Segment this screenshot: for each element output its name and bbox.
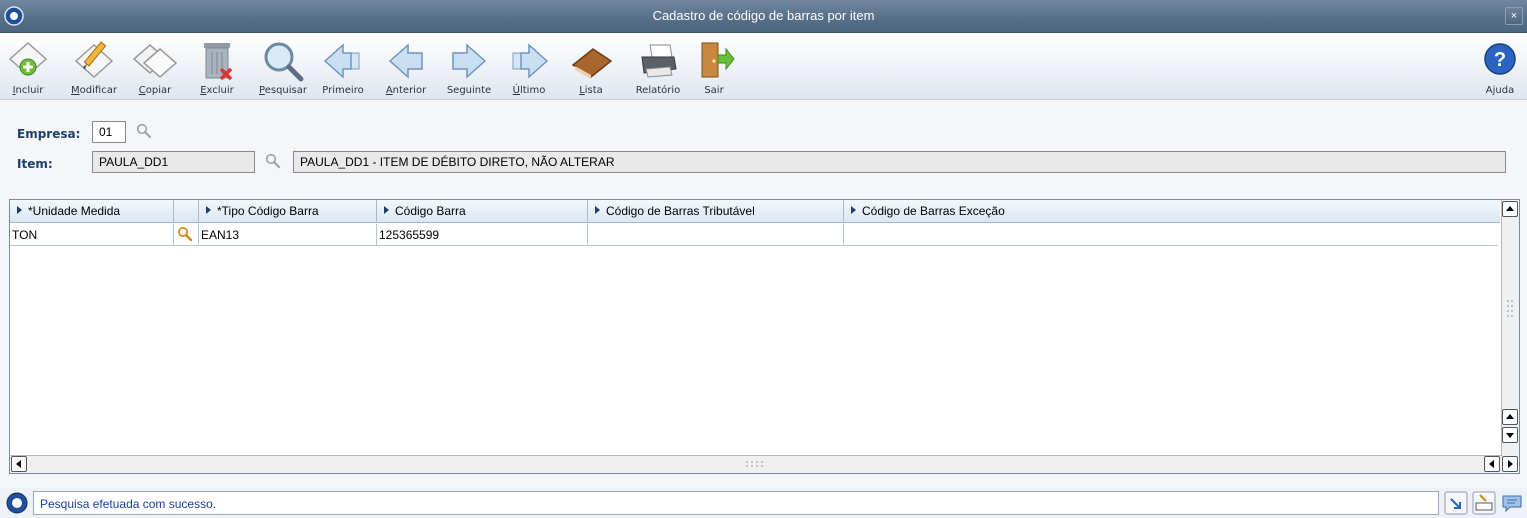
edit-icon [74, 41, 114, 79]
last-icon [512, 43, 549, 79]
item-description-field: PAULA_DD1 - ITEM DE DÉBITO DIRETO, NÃO A… [293, 151, 1506, 173]
empresa-label: Empresa: [17, 127, 81, 141]
modificar-label: Modificar [71, 85, 117, 96]
empresa-search-icon[interactable] [136, 123, 152, 139]
vertical-scrollbar[interactable] [1501, 200, 1519, 456]
lista-label: Lista [579, 85, 603, 96]
scroll-right-button[interactable] [1502, 456, 1518, 472]
scroll-up-button[interactable] [1502, 409, 1518, 425]
cell-codigo-barra[interactable]: 125365599 [377, 224, 588, 246]
status-message: Pesquisa efetuada com sucesso. [33, 491, 1439, 515]
scroll-right-button-1[interactable] [1484, 456, 1500, 472]
book-icon [571, 48, 613, 79]
grid-header: *Unidade Medida *Tipo Código Barra Códig… [10, 200, 1500, 223]
primeiro-button[interactable]: Primeiro [316, 33, 370, 100]
sair-label: Sair [704, 85, 724, 96]
exit-icon [701, 42, 735, 78]
column-header-unidade-medida[interactable]: *Unidade Medida [10, 200, 174, 223]
pesquisar-label: Pesquisar [259, 85, 307, 96]
title-bar: Cadastro de código de barras por item × [0, 0, 1527, 33]
hscroll-grip-icon[interactable] [744, 460, 768, 470]
barcode-grid: *Unidade Medida *Tipo Código Barra Códig… [9, 199, 1520, 474]
horizontal-scrollbar[interactable] [10, 455, 1502, 473]
table-row[interactable]: TON EAN13 125365599 [10, 224, 1498, 246]
next-icon [452, 43, 487, 79]
column-arrow-icon [384, 206, 389, 214]
status-indicator-icon [6, 492, 28, 514]
cell-lookup[interactable] [174, 224, 199, 246]
ultimo-button[interactable]: Último [504, 33, 554, 100]
cell-tipo-codigo-barra[interactable]: EAN13 [199, 224, 377, 246]
scroll-down-button[interactable] [1502, 427, 1518, 443]
seguinte-button[interactable]: Seguinte [442, 33, 496, 100]
column-arrow-icon [17, 206, 22, 214]
column-arrow-icon [851, 206, 856, 214]
lista-button[interactable]: Lista [566, 33, 616, 100]
relatorio-label: Relatório [635, 85, 681, 96]
tipo-lookup-icon[interactable] [177, 226, 193, 242]
previous-icon [388, 43, 423, 79]
item-label: Item: [17, 157, 53, 171]
first-icon [323, 43, 360, 79]
column-header-codigo-tributavel[interactable]: Código de Barras Tributável [588, 200, 844, 223]
column-header-codigo-barra[interactable]: Código Barra [377, 200, 588, 223]
keyboard-icon[interactable] [1472, 491, 1496, 515]
copiar-button[interactable]: Copiar [128, 33, 182, 100]
column-header-codigo-excecao[interactable]: Código de Barras Exceção [844, 200, 1500, 223]
copy-icon [132, 44, 178, 78]
close-button[interactable]: × [1505, 7, 1523, 25]
status-bar: Pesquisa efetuada com sucesso. [0, 488, 1527, 518]
pesquisar-button[interactable]: Pesquisar [252, 33, 314, 100]
sair-button[interactable]: Sair [694, 33, 735, 100]
incluir-button[interactable]: Incluir [4, 33, 52, 100]
ajuda-label: Ajuda [1485, 85, 1515, 96]
chat-icon[interactable] [1500, 491, 1524, 515]
empresa-field[interactable]: 01 [92, 121, 126, 143]
scroll-grip-icon[interactable] [1506, 298, 1516, 322]
modificar-button[interactable]: Modificar [64, 33, 124, 100]
ultimo-label: Último [512, 85, 546, 96]
primeiro-label: Primeiro [322, 85, 364, 96]
toolbar: Incluir Modificar Copiar Excluir Pesquis… [0, 33, 1527, 100]
column-arrow-icon [595, 206, 600, 214]
copiar-label: Copiar [138, 85, 172, 96]
window-title: Cadastro de código de barras por item [652, 8, 875, 23]
ajuda-button[interactable]: ? Ajuda [1478, 33, 1522, 100]
excluir-label: Excluir [200, 85, 234, 96]
excluir-button[interactable]: Excluir [194, 33, 240, 100]
add-icon [8, 41, 48, 77]
scroll-left-button[interactable] [11, 456, 27, 472]
cell-codigo-excecao[interactable] [844, 224, 1498, 246]
cell-codigo-tributavel[interactable] [588, 224, 844, 246]
relatorio-button[interactable]: Relatório [626, 33, 690, 100]
printer-icon [641, 44, 677, 78]
item-code-field[interactable]: PAULA_DD1 [92, 151, 255, 173]
anterior-label: Anterior [385, 85, 427, 96]
anterior-button[interactable]: Anterior [378, 33, 434, 100]
svg-text:?: ? [1494, 49, 1506, 71]
column-header-lookup [174, 200, 199, 223]
cell-unidade-medida[interactable]: TON [10, 224, 174, 246]
column-header-tipo-codigo-barra[interactable]: *Tipo Código Barra [199, 200, 377, 223]
item-search-icon[interactable] [265, 153, 281, 169]
incluir-label: Incluir [12, 85, 44, 96]
scroll-up-top-button[interactable] [1502, 201, 1518, 217]
seguinte-label: Seguinte [446, 85, 492, 96]
trash-icon [204, 43, 233, 81]
search-icon [264, 42, 304, 82]
resize-icon[interactable] [1444, 491, 1468, 515]
help-icon: ? [1484, 43, 1516, 75]
column-arrow-icon [206, 206, 211, 214]
